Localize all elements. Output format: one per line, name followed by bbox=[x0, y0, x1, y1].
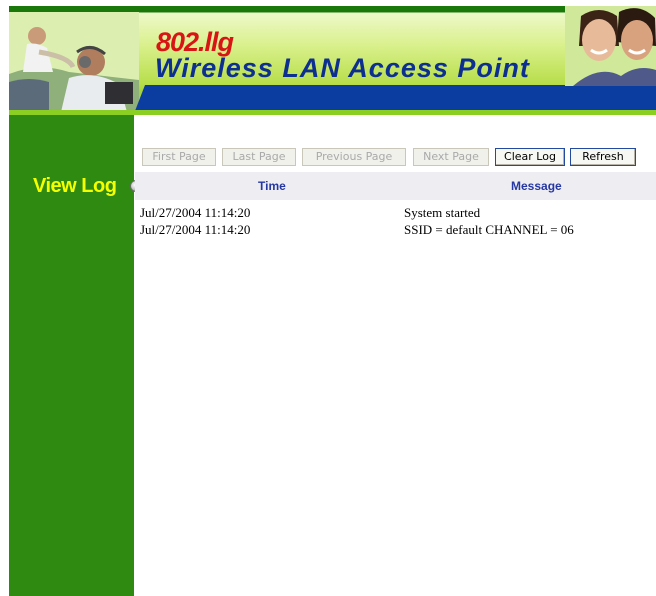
previous-page-button[interactable]: Previous Page bbox=[302, 148, 406, 166]
clear-log-button[interactable]: Clear Log bbox=[495, 148, 565, 166]
logo-product-name: Wireless LAN Access Point bbox=[155, 53, 530, 83]
log-message: SSID = default CHANNEL = 06 bbox=[404, 222, 574, 237]
log-time: Jul/27/2004 11:14:20 bbox=[140, 222, 251, 237]
header-blue-band bbox=[135, 85, 656, 111]
refresh-button[interactable]: Refresh bbox=[570, 148, 636, 166]
log-time: Jul/27/2004 11:14:20 bbox=[140, 205, 251, 220]
column-header-time: Time bbox=[258, 179, 286, 193]
log-message: System started bbox=[404, 205, 481, 220]
couple-photo-image bbox=[565, 6, 656, 86]
last-page-button[interactable]: Last Page bbox=[222, 148, 296, 166]
person-with-headphones-image bbox=[9, 12, 139, 112]
column-header-message: Message bbox=[511, 179, 562, 193]
sidebar: View Log bbox=[9, 115, 142, 596]
log-table-header: Time Message bbox=[135, 172, 656, 200]
first-page-button[interactable]: First Page bbox=[142, 148, 216, 166]
page-title: View Log bbox=[33, 175, 117, 197]
next-page-button[interactable]: Next Page bbox=[413, 148, 489, 166]
header-banner: << 802.llg Wireless LAN Access Point bbox=[9, 6, 656, 115]
